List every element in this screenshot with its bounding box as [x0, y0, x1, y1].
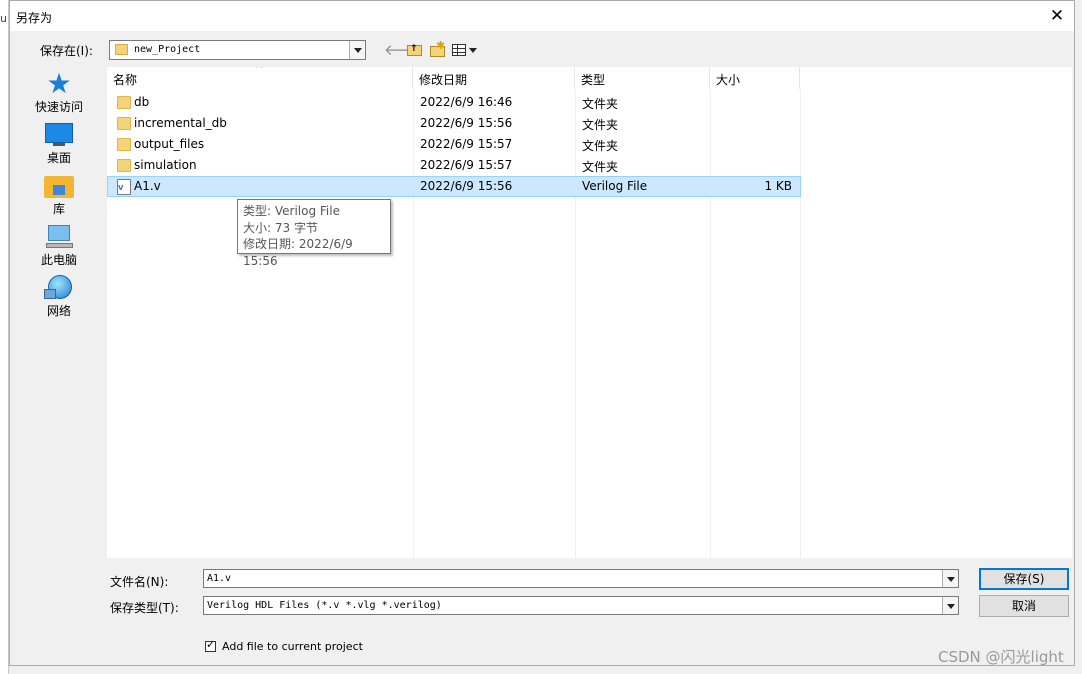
- file-name: A1.v: [134, 179, 161, 193]
- computer-icon: [44, 223, 74, 251]
- column-header-label: 大小: [716, 73, 741, 87]
- place-network[interactable]: 网络: [26, 271, 92, 322]
- place-label: 此电脑: [40, 253, 77, 267]
- save-in-value: new_Project: [134, 44, 201, 55]
- column-header-label: 类型: [581, 73, 606, 87]
- new-folder-icon[interactable]: ✱: [429, 39, 447, 59]
- add-to-project-label: Add file to current project: [222, 640, 363, 653]
- table-row[interactable]: db 2022/6/9 16:46 文件夹: [107, 92, 801, 113]
- desktop-icon: [44, 121, 74, 149]
- place-label: 库: [52, 202, 65, 216]
- watermark: CSDN @闪光light: [938, 648, 1064, 666]
- tooltip-type: 类型: Verilog File: [243, 204, 340, 218]
- table-row-selected[interactable]: V A1.v 2022/6/9 15:56 Verilog File 1 KB: [107, 176, 801, 197]
- column-header-label: 名称: [113, 73, 138, 87]
- new-folder-spark-glyph: ✱: [436, 39, 446, 52]
- file-name: incremental_db: [134, 116, 227, 130]
- file-date: 2022/6/9 15:57: [420, 158, 513, 172]
- save-in-label: 保存在(I):: [40, 44, 93, 58]
- network-icon: [44, 274, 74, 302]
- up-folder-icon[interactable]: ↑: [406, 41, 424, 59]
- verilog-file-icon: V: [117, 179, 131, 195]
- folder-icon: [117, 117, 131, 130]
- table-row[interactable]: incremental_db 2022/6/9 15:56 文件夹: [107, 113, 801, 134]
- file-type: 文件夹: [582, 97, 619, 111]
- folder-icon: [117, 96, 131, 109]
- column-header-date[interactable]: 修改日期: [413, 67, 575, 89]
- file-tooltip: 类型: Verilog File 大小: 73 字节 修改日期: 2022/6/…: [237, 199, 391, 268]
- table-row[interactable]: output_files 2022/6/9 15:57 文件夹: [107, 134, 801, 155]
- chevron-down-icon: [469, 48, 477, 53]
- file-list[interactable]: 名称 ^ 修改日期 类型 大小 db 2022/6/9 16:46 文件夹 in…: [107, 67, 1072, 558]
- file-date: 2022/6/9 15:57: [420, 137, 513, 151]
- grid-view-icon: [452, 44, 466, 56]
- save-button[interactable]: 保存(S): [979, 568, 1069, 590]
- dialog-title: 另存为: [16, 11, 53, 25]
- table-row[interactable]: simulation 2022/6/9 15:57 文件夹: [107, 155, 801, 176]
- filetype-value: Verilog HDL Files (*.v *.vlg *.verilog): [207, 600, 442, 611]
- place-label: 网络: [46, 304, 71, 318]
- folder-icon: [117, 138, 131, 151]
- file-type: 文件夹: [582, 139, 619, 153]
- background-window-edge: u: [0, 0, 9, 674]
- sort-ascending-icon: ^: [255, 67, 264, 75]
- file-name: simulation: [134, 158, 197, 172]
- place-desktop[interactable]: 桌面: [26, 118, 92, 169]
- column-header-type[interactable]: 类型: [575, 67, 710, 89]
- star-icon: ★: [46, 67, 72, 100]
- title-bar: 另存为 ✕: [10, 1, 1074, 31]
- tooltip-modified: 修改日期: 2022/6/9 15:56: [243, 237, 353, 268]
- close-button[interactable]: ✕: [1046, 5, 1068, 27]
- filename-label: 文件名(N):: [110, 575, 169, 589]
- cancel-button[interactable]: 取消: [979, 595, 1069, 617]
- filetype-select[interactable]: Verilog HDL Files (*.v *.vlg *.verilog): [203, 596, 959, 615]
- column-header-label: 修改日期: [419, 73, 468, 87]
- file-date: 2022/6/9 15:56: [420, 179, 513, 193]
- places-bar: ★ 快速访问 桌面 库 此电脑 网络: [26, 67, 92, 322]
- folder-icon: [117, 159, 131, 172]
- back-arrow-icon[interactable]: 🡐: [384, 41, 424, 59]
- filetype-label: 保存类型(T):: [110, 601, 179, 615]
- chevron-down-icon[interactable]: [942, 570, 958, 587]
- file-name: db: [134, 95, 150, 109]
- save-as-dialog: 另存为 ✕ 保存在(I): new_Project 🡐 ↑ ✱ ★ 快速访问 桌…: [9, 0, 1075, 666]
- place-label: 快速访问: [34, 100, 83, 114]
- filename-input[interactable]: A1.v: [203, 569, 959, 588]
- filename-value: A1.v: [207, 573, 232, 584]
- place-this-pc[interactable]: 此电脑: [26, 220, 92, 271]
- folder-icon: [115, 44, 128, 55]
- background-window-text: u: [0, 12, 7, 25]
- file-date: 2022/6/9 16:46: [420, 95, 513, 109]
- library-icon: [44, 172, 74, 200]
- column-header-size[interactable]: 大小: [710, 67, 800, 89]
- file-type: Verilog File: [582, 179, 648, 193]
- file-date: 2022/6/9 15:56: [420, 116, 513, 130]
- place-label: 桌面: [46, 151, 71, 165]
- file-icon-letter: V: [118, 184, 124, 192]
- add-to-project-checkbox[interactable]: [205, 638, 216, 652]
- file-name: output_files: [134, 137, 205, 151]
- chevron-down-icon[interactable]: [349, 41, 365, 59]
- place-library[interactable]: 库: [26, 169, 92, 220]
- file-type: 文件夹: [582, 118, 619, 132]
- place-quick-access[interactable]: ★ 快速访问: [26, 67, 92, 118]
- file-size: 1 KB: [764, 179, 792, 193]
- chevron-down-icon[interactable]: [942, 597, 958, 614]
- save-in-combobox[interactable]: new_Project: [109, 40, 366, 60]
- view-menu-icon[interactable]: [452, 41, 480, 59]
- column-header-name[interactable]: 名称 ^: [107, 67, 413, 89]
- file-type: 文件夹: [582, 160, 619, 174]
- tooltip-size: 大小: 73 字节: [243, 220, 318, 235]
- up-arrow-glyph: ↑: [410, 44, 418, 54]
